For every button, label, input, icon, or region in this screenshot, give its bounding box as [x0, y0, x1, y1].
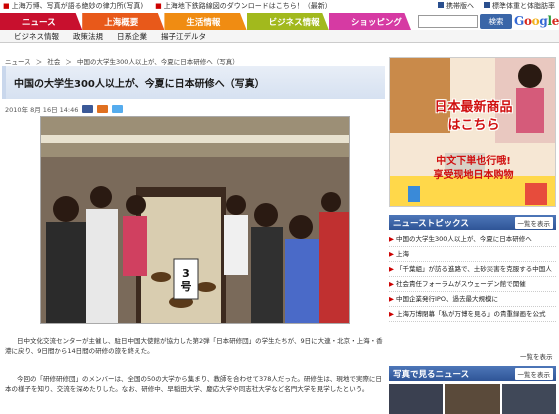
news-topics-list: ▶ 中国の大学生300人以上が、今夏に日本研修へ ▶ 上海 ▶ 「千葉組」が訪る進路で…	[389, 232, 556, 322]
students-group-photo	[41, 117, 349, 323]
photo-thumbnail[interactable]	[389, 384, 444, 414]
photo-thumbnail[interactable]	[445, 384, 500, 414]
main-navigation: ニュース 上海概要 生活情報 ビジネス情報 ショッピング	[0, 13, 412, 30]
arrow-icon: ▶	[389, 250, 394, 258]
subnav-item-policy[interactable]: 政策法規	[73, 31, 103, 42]
photo-news-thumbnails	[389, 384, 556, 414]
tab-business-info[interactable]: ビジネス情報	[246, 13, 329, 30]
topics-more-bottom-link[interactable]: 一覧を表示	[520, 351, 553, 361]
article-dateline: 2010年 8月 16日 14:46	[5, 104, 124, 114]
ad-headline-2: はこちら	[447, 118, 500, 133]
breadcrumb-separator: ＞	[65, 58, 72, 66]
article-photo: 3号	[40, 116, 350, 324]
top-ticker: ■ 上海万博、写真が語る絶妙の律力所(写真) ■ 上海地下鉄路線図のダウンロードはこ…	[0, 0, 559, 12]
arrow-icon: ▶	[389, 295, 394, 303]
arrow-icon: ▶	[389, 235, 394, 243]
tab-shopping[interactable]: ショッピング	[328, 13, 412, 30]
breadcrumb-society[interactable]: 社会	[47, 58, 60, 66]
bullet-icon: ■	[155, 2, 162, 10]
tab-news[interactable]: ニュース	[0, 13, 83, 30]
sub-navigation: ビジネス情報 政策法規 日系企業 揚子江デルタ	[0, 30, 559, 43]
ticker-item[interactable]: ■ 上海万博、写真が語る絶妙の律力所(写真)	[3, 1, 143, 11]
news-topics-heading: ニューストピックス 一覧を表示	[389, 215, 556, 230]
breadcrumb-separator: ＞	[35, 58, 43, 66]
subnav-item-yangtze-delta[interactable]: 揚子江デルタ	[161, 31, 206, 42]
top-right-links: 携帯版へ 標準体重と体脂肪率	[438, 0, 555, 12]
bullet-icon: ■	[3, 2, 10, 10]
ticker-item[interactable]: ■ 上海地下鉄路線図のダウンロードはこちら！（最新）	[155, 1, 332, 11]
list-item[interactable]: ▶ 中国企業発行IPO、過去最大規模に	[389, 292, 556, 307]
article-title-bar: 中国の大学生300人以上が、今夏に日本研修へ（写真）	[2, 66, 385, 99]
google-logo: Google	[514, 14, 559, 28]
ad-subline-2: 享受现地日本购物	[433, 170, 514, 181]
search-input[interactable]	[418, 15, 478, 28]
arrow-icon: ▶	[389, 280, 394, 288]
breadcrumb-current: 中国の大学生300人以上が、今夏に日本研修へ（写真）	[77, 58, 239, 66]
article-paragraph-2: 今回の「研修研修団」のメンバーは、全国の50の大学から集まり、教師を合わせて37…	[5, 375, 382, 393]
photo-news-title: 写真で見るニュース	[393, 369, 470, 380]
list-item[interactable]: ▶ 社会責任フォーラムがスウェーデン館で開催	[389, 277, 556, 292]
table-number-sign: 3号	[180, 267, 192, 293]
bmi-link[interactable]: 標準体重と体脂肪率	[484, 1, 555, 11]
mobile-icon	[438, 2, 444, 8]
arrow-icon: ▶	[389, 310, 394, 318]
list-item[interactable]: ▶ 中国の大学生300人以上が、今夏に日本研修へ	[389, 232, 556, 247]
tweet-icon[interactable]	[112, 105, 124, 113]
scale-icon	[484, 2, 490, 8]
article-paragraph-1: 日中文化交流センターが主催し、駐日中国大使館が協力した第2弾「日本研修団」の学生…	[5, 337, 383, 355]
search-button[interactable]: 検索	[480, 14, 512, 29]
list-item[interactable]: ▶ 上海万博閉幕「私が万博を見る」の貴重録画を公式	[389, 307, 556, 322]
share-icon[interactable]	[82, 105, 94, 113]
ad-headline: 日本最新商品	[434, 100, 513, 115]
shopping-ad-banner[interactable]: 日本最新商品 はこちら 中文下単也行哦! 享受现地日本购物	[389, 57, 556, 207]
bookmark-icon[interactable]	[97, 105, 109, 113]
search-area: 検索 Google	[418, 14, 559, 30]
mobile-link[interactable]: 携帯版へ	[438, 1, 474, 11]
list-item[interactable]: ▶ 「千葉組」が訪る進路で、土砂災害を克服する中国人	[389, 262, 556, 277]
news-topics-title: ニューストピックス	[393, 218, 469, 229]
tab-shanghai-overview[interactable]: 上海概要	[82, 13, 165, 30]
article-title: 中国の大学生300人以上が、今夏に日本研修へ（写真）	[14, 79, 265, 90]
subnav-item-japanese-companies[interactable]: 日系企業	[117, 31, 147, 42]
photo-thumbnail[interactable]	[501, 384, 556, 414]
arrow-icon: ▶	[389, 265, 394, 273]
ad-subline: 中文下単也行哦!	[436, 156, 511, 167]
article-datetime: 2010年 8月 16日 14:46	[5, 106, 79, 114]
breadcrumb-news[interactable]: ニュース	[5, 58, 31, 66]
list-item[interactable]: ▶ 上海	[389, 247, 556, 262]
tab-living-info[interactable]: 生活情報	[164, 13, 247, 30]
topics-more-link[interactable]: 一覧を表示	[514, 217, 553, 229]
subnav-item-business[interactable]: ビジネス情報	[14, 31, 59, 42]
breadcrumb: ニュース ＞ 社会 ＞ 中国の大学生300人以上が、今夏に日本研修へ（写真）	[5, 56, 242, 66]
photo-news-heading: 写真で見るニュース 一覧を表示	[389, 366, 556, 381]
photo-news-more-link[interactable]: 一覧を表示	[514, 368, 553, 380]
